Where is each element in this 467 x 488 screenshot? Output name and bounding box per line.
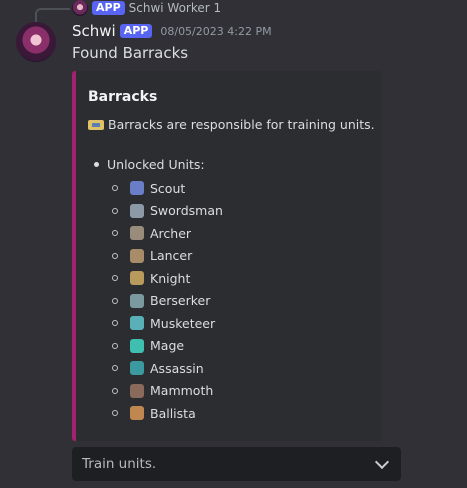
hollow-bullet-icon <box>112 365 118 372</box>
reply-author[interactable]: Schwi Worker 1 <box>129 1 222 15</box>
unit-name: Mammoth <box>150 383 214 399</box>
avatar[interactable] <box>16 22 56 62</box>
list-item: Archer <box>112 222 223 245</box>
embed-description-text: Barracks are responsible for training un… <box>108 117 375 132</box>
scout-icon <box>130 181 144 196</box>
assassin-icon <box>130 361 144 376</box>
swordsman-icon <box>130 203 144 218</box>
message-header: Schwi APP 08/05/2023 4:22 PM <box>72 22 272 40</box>
musketeer-icon <box>130 316 144 331</box>
list-item: Knight <box>112 267 223 290</box>
reply-avatar <box>72 0 88 16</box>
hollow-bullet-icon <box>112 342 118 349</box>
mage-icon <box>130 338 144 353</box>
hollow-bullet-icon <box>112 410 118 417</box>
unit-list: Scout Swordsman Archer Lancer Knight Berserke… <box>112 177 223 425</box>
lancer-icon <box>130 248 144 263</box>
list-item: Lancer <box>112 245 223 268</box>
ballista-icon <box>130 406 144 421</box>
message-content: Found Barracks <box>72 44 189 62</box>
bullet-icon <box>94 162 99 167</box>
hollow-bullet-icon <box>112 297 118 304</box>
username[interactable]: Schwi <box>72 22 116 40</box>
unlocked-units-label: Unlocked Units: <box>107 157 205 172</box>
list-item: Ballista <box>112 402 223 425</box>
select-placeholder: Train units. <box>82 456 157 472</box>
mammoth-icon <box>130 383 144 398</box>
reply-preview[interactable]: APP Schwi Worker 1 <box>72 0 221 16</box>
unit-name: Lancer <box>150 248 193 264</box>
unlocked-units-heading: Unlocked Units: <box>94 157 205 172</box>
reply-app-badge: APP <box>92 1 125 15</box>
ticket-icon <box>88 119 104 130</box>
unit-name: Musketeer <box>150 315 216 331</box>
unit-name: Ballista <box>150 405 196 421</box>
app-badge: APP <box>119 24 153 38</box>
unit-name: Berserker <box>150 293 211 309</box>
unit-name: Mage <box>150 338 185 354</box>
list-item: Scout <box>112 177 223 200</box>
reply-connector <box>35 8 70 22</box>
unit-name: Knight <box>150 270 191 286</box>
list-item: Musketeer <box>112 312 223 335</box>
knight-icon <box>130 271 144 286</box>
embed-description: Barracks are responsible for training un… <box>88 117 375 132</box>
berserker-icon <box>130 293 144 308</box>
chevron-down-icon <box>374 454 390 470</box>
hollow-bullet-icon <box>112 320 118 327</box>
hollow-bullet-icon <box>112 252 118 259</box>
unit-name: Assassin <box>150 360 204 376</box>
embed-title: Barracks <box>88 89 158 105</box>
train-units-select[interactable]: Train units. <box>72 447 401 481</box>
list-item: Berserker <box>112 290 223 313</box>
hollow-bullet-icon <box>112 387 118 394</box>
embed-card: Barracks Barracks are responsible for tr… <box>72 71 381 441</box>
hollow-bullet-icon <box>112 230 118 237</box>
list-item: Mage <box>112 335 223 358</box>
timestamp: 08/05/2023 4:22 PM <box>160 24 272 38</box>
archer-icon <box>130 226 144 241</box>
list-item: Mammoth <box>112 380 223 403</box>
list-item: Assassin <box>112 357 223 380</box>
unit-name: Swordsman <box>150 203 223 219</box>
hollow-bullet-icon <box>112 275 118 282</box>
unit-name: Scout <box>150 180 186 196</box>
hollow-bullet-icon <box>112 185 118 192</box>
list-item: Swordsman <box>112 200 223 223</box>
unit-name: Archer <box>150 225 192 241</box>
hollow-bullet-icon <box>112 207 118 214</box>
